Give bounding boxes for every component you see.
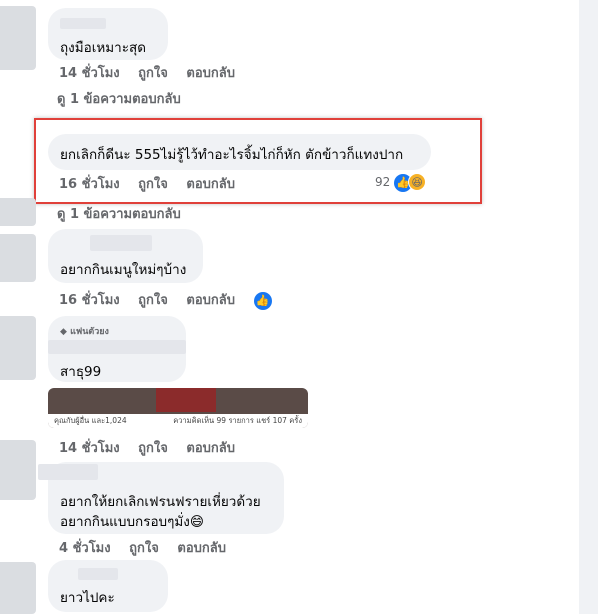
comment-text: สาธุ99 bbox=[60, 364, 102, 380]
comment-text-line: อยากให้ยกเลิกเฟรนฟรายเหี่ยวด้วย bbox=[60, 494, 261, 510]
like-button[interactable]: ถูกใจ bbox=[129, 541, 159, 556]
avatar[interactable] bbox=[0, 198, 36, 226]
shared-post-attachment[interactable]: คุณกับผู้อื่น และ1,024 ความคิดเห็น 99 รา… bbox=[48, 388, 308, 428]
comment-bubble: ยาวไปคะ bbox=[48, 560, 168, 612]
avatar[interactable] bbox=[0, 6, 36, 70]
comment-time[interactable]: 14 ชั่วโมง bbox=[59, 66, 120, 81]
comment-bubble: อยากกินเมนูใหม่ๆบ้าง bbox=[48, 229, 203, 283]
top-fan-badge: ◆ แฟนตัวยง bbox=[60, 327, 109, 337]
comment-bubble: ถุงมือเหมาะสุด bbox=[48, 8, 168, 60]
highlight-box bbox=[34, 118, 482, 204]
comment-text: อยากกินเมนูใหม่ๆบ้าง bbox=[60, 262, 187, 278]
comment-bubble: ◆ แฟนตัวยง สาธุ99 bbox=[48, 316, 186, 382]
attachment-image bbox=[156, 388, 216, 412]
blurred-author-name bbox=[90, 235, 152, 251]
like-icon: 👍 bbox=[253, 292, 272, 310]
like-button[interactable]: ถูกใจ bbox=[138, 66, 168, 81]
reply-button[interactable]: ตอบกลับ bbox=[177, 541, 226, 556]
attachment-footer: คุณกับผู้อื่น และ1,024 ความคิดเห็น 99 รา… bbox=[48, 414, 308, 428]
comment-bubble: อยากให้ยกเลิกเฟรนฟรายเหี่ยวด้วย อยากกินแ… bbox=[38, 462, 284, 534]
comment-text-line: อยากกินแบบกรอบๆมั่ง😄 bbox=[60, 514, 204, 530]
reply-button[interactable]: ตอบกลับ bbox=[186, 66, 235, 81]
avatar[interactable] bbox=[0, 316, 36, 380]
avatar[interactable] bbox=[0, 440, 36, 500]
avatar[interactable] bbox=[0, 562, 36, 614]
comment-actions: 14 ชั่วโมง ถูกใจ ตอบกลับ bbox=[59, 62, 249, 83]
reply-button[interactable]: ตอบกลับ bbox=[186, 293, 235, 308]
comment-actions: 14 ชั่วโมง ถูกใจ ตอบกลับ bbox=[59, 437, 249, 458]
blurred-author-name bbox=[60, 18, 106, 29]
comment-actions: 16 ชั่วโมง ถูกใจ ตอบกลับ 👍 bbox=[59, 289, 272, 310]
comment-text: ถุงมือเหมาะสุด bbox=[60, 40, 147, 56]
blurred-author-name bbox=[38, 464, 98, 480]
comment-actions: 4 ชั่วโมง ถูกใจ ตอบกลับ bbox=[59, 537, 240, 558]
like-button[interactable]: ถูกใจ bbox=[138, 441, 168, 456]
avatar[interactable] bbox=[0, 234, 36, 282]
blurred-author-name bbox=[48, 340, 186, 354]
view-replies-link[interactable]: ดู 1 ข้อความตอบกลับ bbox=[57, 88, 181, 109]
comment-text: ยาวไปคะ bbox=[60, 590, 115, 606]
comment-time[interactable]: 14 ชั่วโมง bbox=[59, 441, 120, 456]
page-scroll-gutter bbox=[579, 0, 598, 614]
view-replies-link[interactable]: ดู 1 ข้อความตอบกลับ bbox=[57, 203, 181, 224]
like-button[interactable]: ถูกใจ bbox=[138, 293, 168, 308]
reply-button[interactable]: ตอบกลับ bbox=[186, 441, 235, 456]
diamond-badge-icon: ◆ bbox=[60, 327, 67, 337]
comment-time[interactable]: 4 ชั่วโมง bbox=[59, 541, 111, 556]
comment-time[interactable]: 16 ชั่วโมง bbox=[59, 293, 120, 308]
blurred-author-name bbox=[78, 568, 118, 580]
